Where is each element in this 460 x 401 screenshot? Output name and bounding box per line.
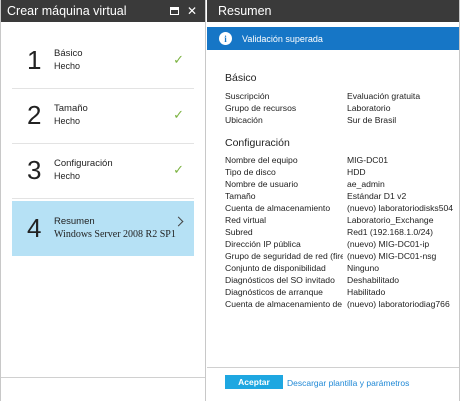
row-label: Subred — [225, 227, 253, 237]
create-vm-title: Crear máquina virtual — [7, 4, 127, 18]
step-resumen[interactable]: 4 Resumen Windows Server 2008 R2 SP1 — [12, 201, 194, 256]
summary-header: Resumen — [207, 0, 459, 22]
row-label: Conjunto de disponibilidad — [225, 263, 326, 273]
summary-row: Diagnósticos del SO invitado Deshabilita… — [225, 275, 451, 285]
create-vm-blade: Crear máquina virtual ✕ 1 Básico Hecho ✓… — [0, 0, 206, 401]
row-value: Habilitado — [347, 287, 386, 297]
summary-row: Tipo de disco HDD — [225, 167, 451, 177]
row-value: Laboratorio — [347, 103, 391, 113]
step-name: Tamaño — [54, 103, 88, 114]
accept-button[interactable]: Aceptar — [225, 375, 283, 389]
summary-title: Resumen — [218, 4, 272, 18]
step-status: Hecho — [54, 116, 81, 126]
step-configuracion[interactable]: 3 Configuración Hecho ✓ — [12, 144, 194, 199]
row-label: Tamaño — [225, 191, 256, 201]
step-number: 1 — [27, 45, 42, 75]
row-value: (nuevo) MIG-DC01-ip — [347, 239, 430, 249]
close-icon[interactable]: ✕ — [187, 5, 197, 17]
create-vm-header: Crear máquina virtual ✕ — [1, 0, 205, 22]
section-basic-title: Básico — [225, 72, 257, 84]
validation-message: Validación superada — [242, 33, 323, 44]
row-label: Grupo de seguridad de red (fire... — [225, 251, 343, 261]
row-label: Cuenta de almacenamiento de ... — [225, 299, 343, 309]
row-value: ae_admin — [347, 179, 385, 189]
summary-row: Grupo de seguridad de red (fire... (nuev… — [225, 251, 451, 261]
row-label: Nombre de usuario — [225, 179, 299, 189]
step-tamano[interactable]: 2 Tamaño Hecho ✓ — [12, 89, 194, 144]
summary-row: Suscripción Evaluación gratuita — [225, 91, 451, 101]
row-value: (nuevo) MIG-DC01-nsg — [347, 251, 437, 261]
checkmark-icon: ✓ — [173, 52, 184, 67]
summary-row: Grupo de recursos Laboratorio — [225, 103, 451, 113]
row-value: Estándar D1 v2 — [347, 191, 407, 201]
maximize-icon[interactable] — [169, 7, 179, 15]
download-template-link[interactable]: Descargar plantilla y parámetros — [287, 378, 409, 388]
step-name: Básico — [54, 48, 83, 59]
step-number: 4 — [27, 213, 42, 243]
summary-row: Tamaño Estándar D1 v2 — [225, 191, 451, 201]
row-label: Cuenta de almacenamiento — [225, 203, 331, 213]
summary-row: Nombre de usuario ae_admin — [225, 179, 451, 189]
summary-row: Cuenta de almacenamiento (nuevo) laborat… — [225, 203, 453, 213]
row-label: Diagnósticos de arranque — [225, 287, 323, 297]
summary-row: Red virtual Laboratorio_Exchange — [225, 215, 451, 225]
step-name: Resumen — [54, 216, 95, 227]
summary-row: Subred Red1 (192.168.1.0/24) — [225, 227, 451, 237]
row-label: Suscripción — [225, 91, 270, 101]
row-label: Diagnósticos del SO invitado — [225, 275, 335, 285]
checkmark-icon: ✓ — [173, 162, 184, 177]
summary-row: Ubicación Sur de Brasil — [225, 115, 451, 125]
summary-row: Nombre del equipo MIG-DC01 — [225, 155, 451, 165]
row-label: Nombre del equipo — [225, 155, 298, 165]
footer-divider — [207, 367, 459, 368]
summary-row: Conjunto de disponibilidad Ninguno — [225, 263, 451, 273]
wizard-steps: 1 Básico Hecho ✓ 2 Tamaño Hecho ✓ 3 Conf… — [1, 22, 205, 256]
row-value: Evaluación gratuita — [347, 91, 421, 101]
row-value: Laboratorio_Exchange — [347, 215, 434, 225]
row-value: HDD — [347, 167, 366, 177]
row-value: MIG-DC01 — [347, 155, 389, 165]
step-number: 3 — [27, 155, 42, 185]
row-label: Grupo de recursos — [225, 103, 297, 113]
divider — [1, 377, 205, 378]
info-icon: i — [219, 32, 232, 45]
checkmark-icon: ✓ — [173, 107, 184, 122]
row-value: Red1 (192.168.1.0/24) — [347, 227, 434, 237]
step-number: 2 — [27, 100, 42, 130]
step-status: Windows Server 2008 R2 SP1 — [54, 229, 176, 240]
row-label: Red virtual — [225, 215, 267, 225]
row-value: (nuevo) laboratoriodiag766 — [347, 299, 450, 309]
summary-blade: Resumen i Validación superada Básico Sus… — [207, 0, 460, 401]
summary-row: Diagnósticos de arranque Habilitado — [225, 287, 451, 297]
row-label: Ubicación — [225, 115, 263, 125]
step-name: Configuración — [54, 158, 113, 169]
step-status: Hecho — [54, 61, 81, 71]
row-label: Tipo de disco — [225, 167, 276, 177]
row-label: Dirección IP pública — [225, 239, 301, 249]
chevron-right-icon — [173, 216, 184, 227]
summary-row: Cuenta de almacenamiento de ... (nuevo) … — [225, 299, 451, 309]
row-value: (nuevo) laboratoriodisks504 — [347, 203, 454, 213]
section-config-title: Configuración — [225, 137, 290, 149]
row-value: Ninguno — [347, 263, 380, 273]
row-value: Deshabilitado — [347, 275, 400, 285]
row-value: Sur de Brasil — [347, 115, 397, 125]
step-basico[interactable]: 1 Básico Hecho ✓ — [12, 34, 194, 89]
summary-row: Dirección IP pública (nuevo) MIG-DC01-ip — [225, 239, 451, 249]
validation-banner: i Validación superada — [207, 27, 459, 50]
step-status: Hecho — [54, 171, 81, 181]
